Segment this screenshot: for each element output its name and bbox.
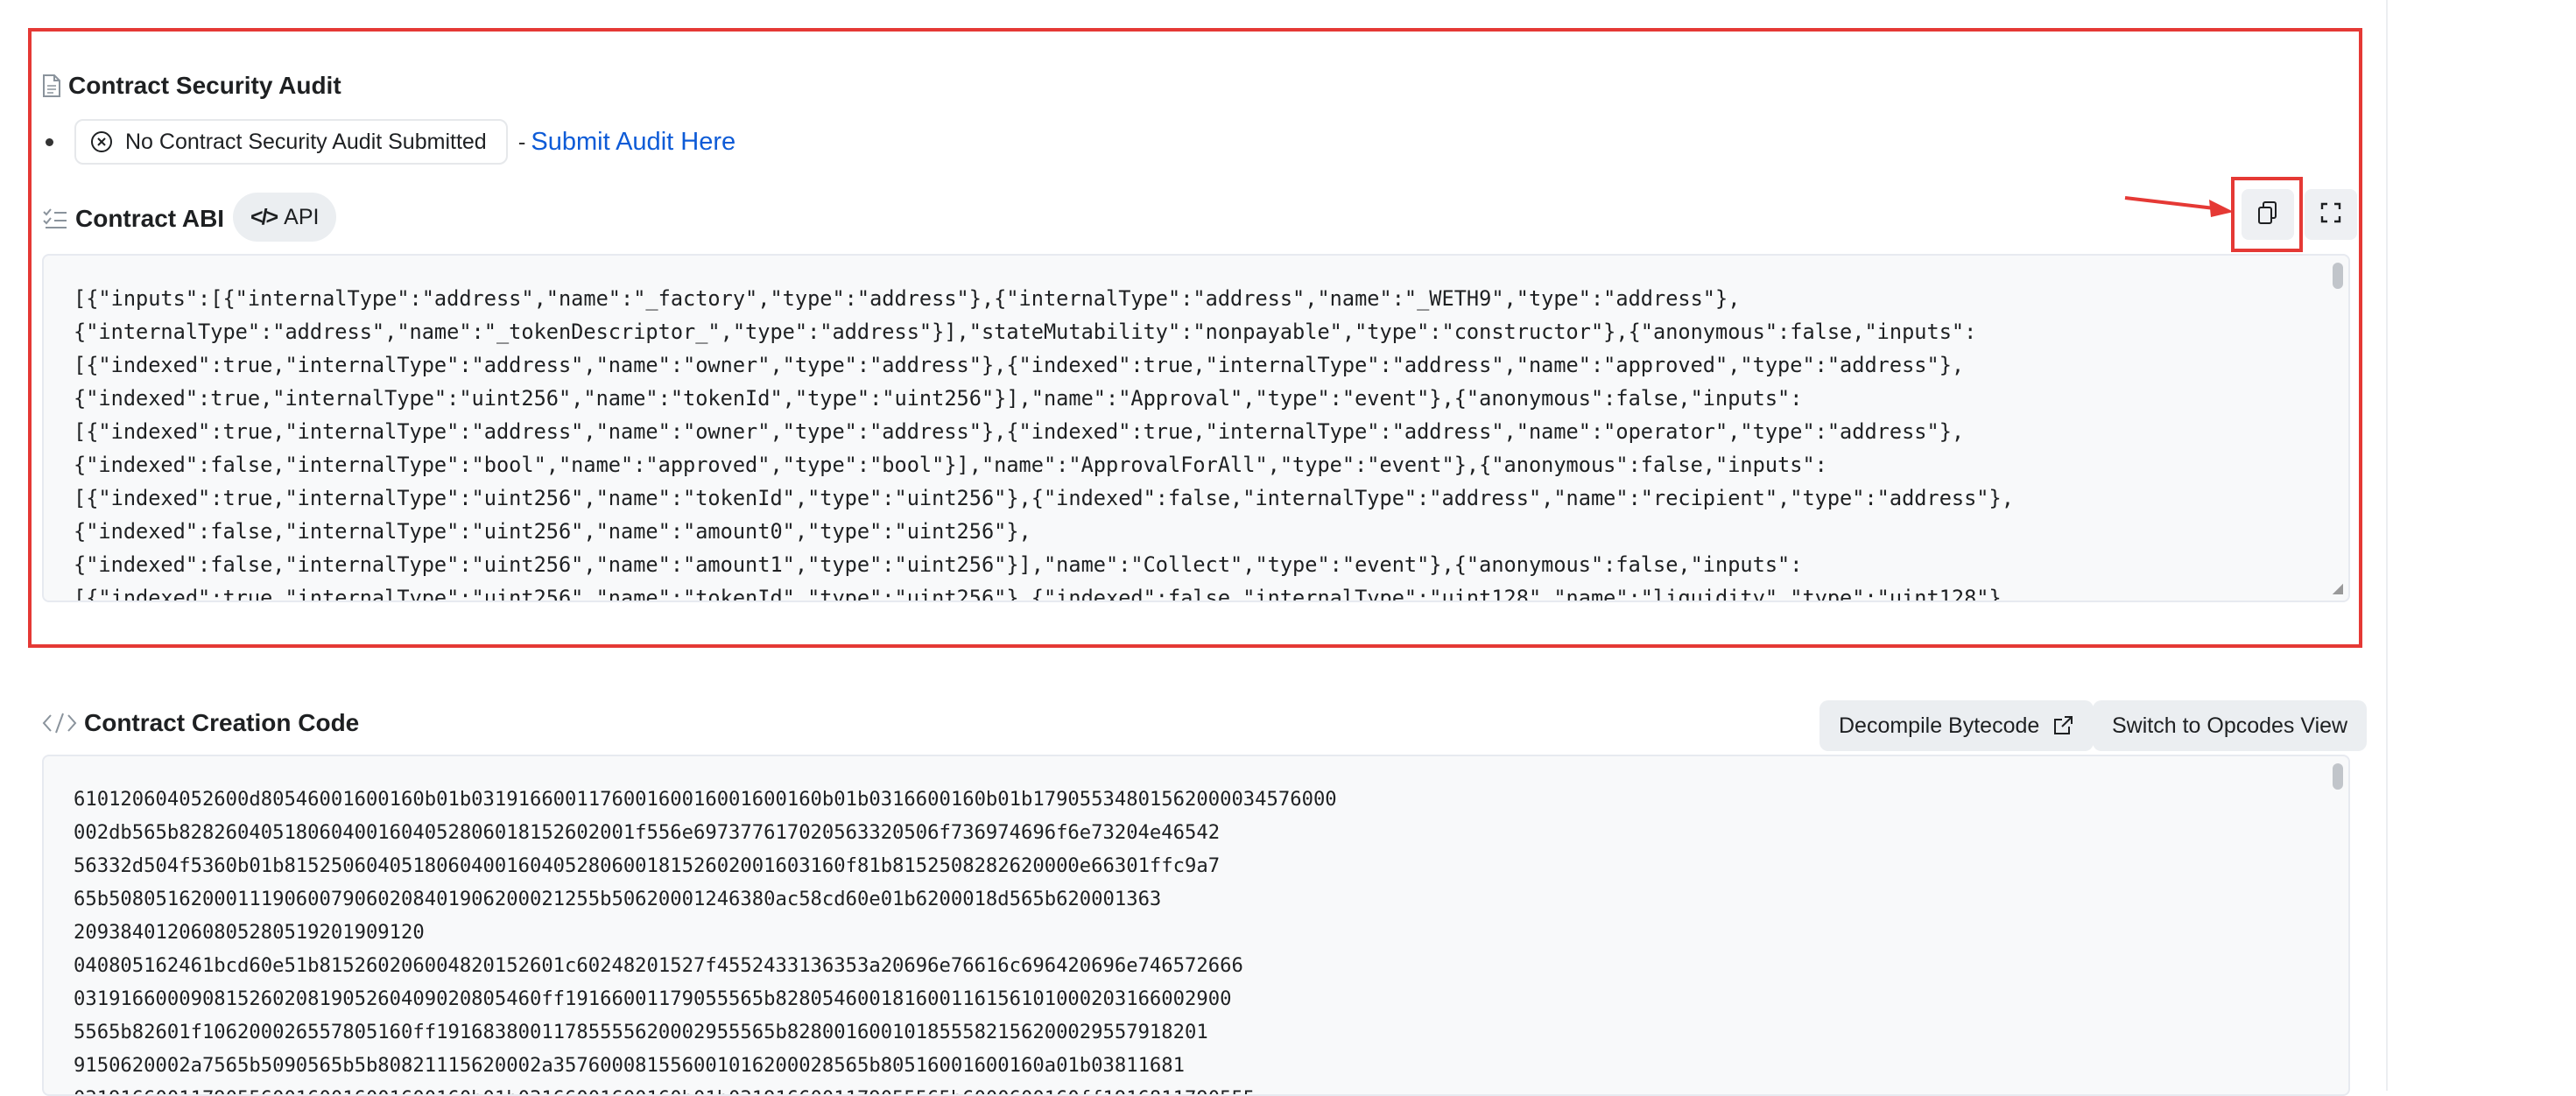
fullscreen-abi-button[interactable] xyxy=(2305,189,2357,240)
audit-title-text: Contract Security Audit xyxy=(68,72,341,99)
document-icon xyxy=(42,74,61,98)
list-bullet xyxy=(46,137,53,146)
audit-status-badge: No Contract Security Audit Submitted xyxy=(74,119,508,165)
copy-button-highlight xyxy=(2231,177,2303,252)
abi-section-title: Contract ABI xyxy=(42,205,224,233)
switch-opcodes-button[interactable]: Switch to Opcodes View xyxy=(2093,700,2368,751)
external-link-icon xyxy=(2052,714,2074,737)
creation-scrollbar[interactable] xyxy=(2333,763,2343,790)
list-check-icon xyxy=(42,207,68,230)
decompile-bytecode-button[interactable]: Decompile Bytecode xyxy=(1819,700,2094,751)
creation-code-text: 610120604052600d80546001600160b01b031916… xyxy=(74,788,1337,1094)
code-icon: </> xyxy=(250,204,278,229)
audit-status-text: No Contract Security Audit Submitted xyxy=(125,129,487,154)
code-icon xyxy=(42,712,77,734)
abi-title-text: Contract ABI xyxy=(75,205,225,232)
resize-handle[interactable]: ◢ xyxy=(2333,580,2343,597)
fullscreen-icon xyxy=(2320,202,2341,228)
api-label: API xyxy=(284,204,320,229)
abi-code-text: [{"inputs":[{"internalType":"address","n… xyxy=(74,286,2014,602)
audit-status-row: No Contract Security Audit Submitted - S… xyxy=(46,119,735,165)
api-button[interactable]: </> API xyxy=(233,193,337,242)
opcodes-label: Switch to Opcodes View xyxy=(2112,713,2348,738)
audit-section-title: Contract Security Audit xyxy=(42,72,341,100)
creation-title-text: Contract Creation Code xyxy=(84,709,360,736)
submit-audit-link[interactable]: Submit Audit Here xyxy=(531,128,735,157)
page-right-divider xyxy=(2386,0,2388,1091)
x-circle-icon xyxy=(90,130,113,153)
creation-code-box[interactable]: 610120604052600d80546001600160b01b031916… xyxy=(42,755,2350,1096)
abi-scrollbar[interactable] xyxy=(2333,263,2343,289)
abi-code-box[interactable]: [{"inputs":[{"internalType":"address","n… xyxy=(42,254,2350,602)
decompile-label: Decompile Bytecode xyxy=(1839,713,2040,738)
separator-dash: - xyxy=(517,128,526,155)
annotation-arrow xyxy=(2124,196,2234,217)
creation-section-title: Contract Creation Code xyxy=(42,709,359,737)
